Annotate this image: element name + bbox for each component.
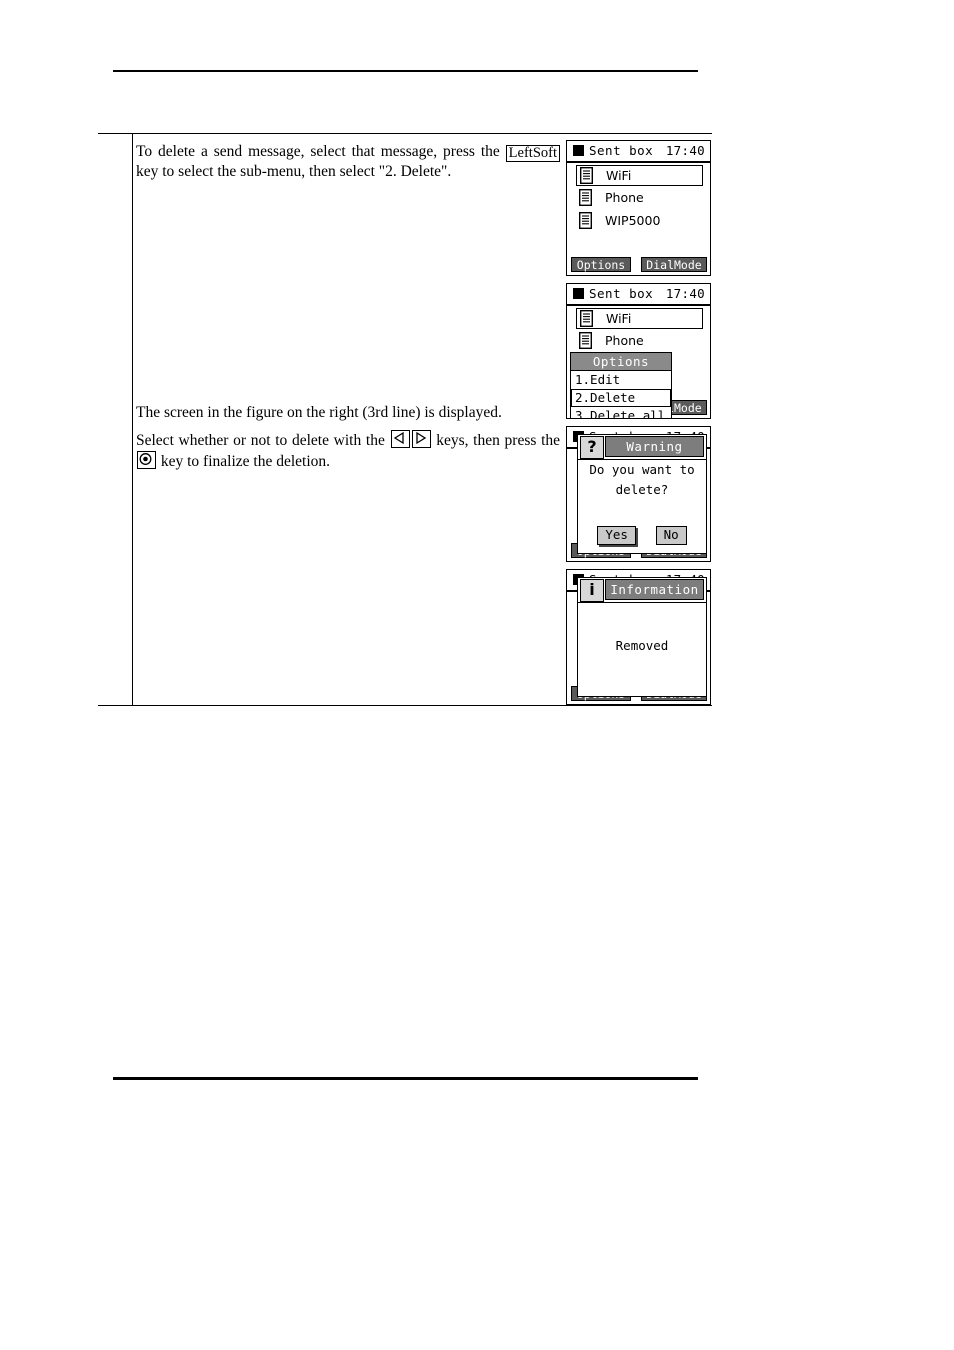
warning-dialog: ? Warning Do you want to delete? Yes No xyxy=(577,434,707,554)
leftsoft-key-label: LeftSoft xyxy=(505,145,560,162)
list-item[interactable]: Phone xyxy=(567,331,710,352)
phone-screen-figures: Sent box 17:40 WiFi Phone WIP5000 Option… xyxy=(566,140,711,712)
paragraph-1-text-after: key to select the sub-menu, then select … xyxy=(136,163,452,180)
header-rule xyxy=(113,70,698,72)
dialog-buttons: Yes No xyxy=(578,524,706,545)
information-dialog: i Information Removed xyxy=(577,577,707,697)
status-bar: Sent box 17:40 xyxy=(567,141,710,163)
message-list: WiFi Phone xyxy=(567,306,710,352)
status-title: Sent box xyxy=(589,286,654,301)
paragraph-3-text-middle: keys, then press the xyxy=(431,432,561,449)
list-item-label: WIP5000 xyxy=(605,213,661,228)
paragraph-3-text-before: Select whether or not to delete with the xyxy=(136,432,390,449)
dialog-message-line: delete? xyxy=(615,482,669,497)
phone-screen-sent-box-list: Sent box 17:40 WiFi Phone WIP5000 Option… xyxy=(566,140,711,276)
dialog-body: Do you want to delete? xyxy=(578,460,706,500)
question-icon: ? xyxy=(580,436,604,459)
options-popup-menu: Options 1.Edit 2.Delete 3.Delete all xyxy=(570,352,672,418)
list-item[interactable]: Phone xyxy=(567,188,710,209)
option-item-delete-all[interactable]: 3.Delete all xyxy=(571,407,671,418)
paragraph-delete-instruction: To delete a send message, select that me… xyxy=(136,142,560,182)
paragraph-select-keys: Select whether or not to delete with the… xyxy=(136,430,560,471)
black-square-icon xyxy=(573,288,584,299)
paragraph-screen-displayed: The screen in the figure on the right (3… xyxy=(136,404,502,421)
dialog-message-line: Removed xyxy=(615,638,669,653)
no-button[interactable]: No xyxy=(655,526,687,545)
dialog-title: Warning xyxy=(605,436,704,457)
option-item-edit[interactable]: 1.Edit xyxy=(571,371,671,389)
document-icon xyxy=(578,331,593,353)
status-time: 17:40 xyxy=(665,143,705,158)
status-bar: Sent box 17:40 xyxy=(567,284,710,306)
paragraph-3-text-after: key to finalize the deletion. xyxy=(157,452,331,470)
phone-screen-information-dialog: Sent box 17:40 i Information Removed Opt… xyxy=(566,569,711,705)
black-square-icon xyxy=(573,145,584,156)
table-column-divider xyxy=(132,133,133,706)
table-top-border xyxy=(98,133,712,134)
message-list: WiFi Phone WIP5000 xyxy=(567,163,710,232)
arrow-right-key-icon xyxy=(411,430,431,448)
status-time: 17:40 xyxy=(665,286,705,301)
info-icon: i xyxy=(580,579,604,602)
document-icon xyxy=(579,309,594,331)
phone-screen-warning-dialog: Sent box 17:40 ? Warning Do you want to … xyxy=(566,426,711,562)
phone-screen-options-menu: Sent box 17:40 WiFi Phone Options 1.Edit… xyxy=(566,283,711,419)
dialog-header: ? Warning xyxy=(578,435,706,460)
soft-key-bar: Options DialMode xyxy=(567,257,710,272)
center-select-key-icon xyxy=(137,450,156,469)
dialog-message-line: Do you want to xyxy=(589,462,695,477)
softkey-options[interactable]: Options xyxy=(571,257,631,272)
paragraph-1-text-before: To delete a send message, select that me… xyxy=(136,143,506,160)
softkey-dialmode[interactable]: DialMode xyxy=(641,257,707,272)
document-icon xyxy=(579,166,594,188)
document-icon xyxy=(578,211,593,233)
arrow-left-key-icon xyxy=(390,430,410,448)
option-item-delete[interactable]: 2.Delete xyxy=(571,389,671,407)
dialog-header: i Information xyxy=(578,578,706,603)
list-item[interactable]: WiFi xyxy=(576,308,703,329)
list-item-label: WiFi xyxy=(606,168,632,183)
list-item-label: WiFi xyxy=(606,311,632,326)
list-item[interactable]: WiFi xyxy=(576,165,703,186)
status-title: Sent box xyxy=(589,143,654,158)
options-popup-title: Options xyxy=(571,353,671,371)
list-item-label: Phone xyxy=(605,190,644,205)
list-item[interactable]: WIP5000 xyxy=(567,211,710,232)
list-item-label: Phone xyxy=(605,333,644,348)
document-page: To delete a send message, select that me… xyxy=(0,0,954,1350)
dialog-title: Information xyxy=(605,579,704,600)
yes-button[interactable]: Yes xyxy=(597,526,636,545)
footer-rule xyxy=(113,1077,698,1080)
dialog-body: Removed xyxy=(578,636,706,656)
document-icon xyxy=(578,188,593,210)
